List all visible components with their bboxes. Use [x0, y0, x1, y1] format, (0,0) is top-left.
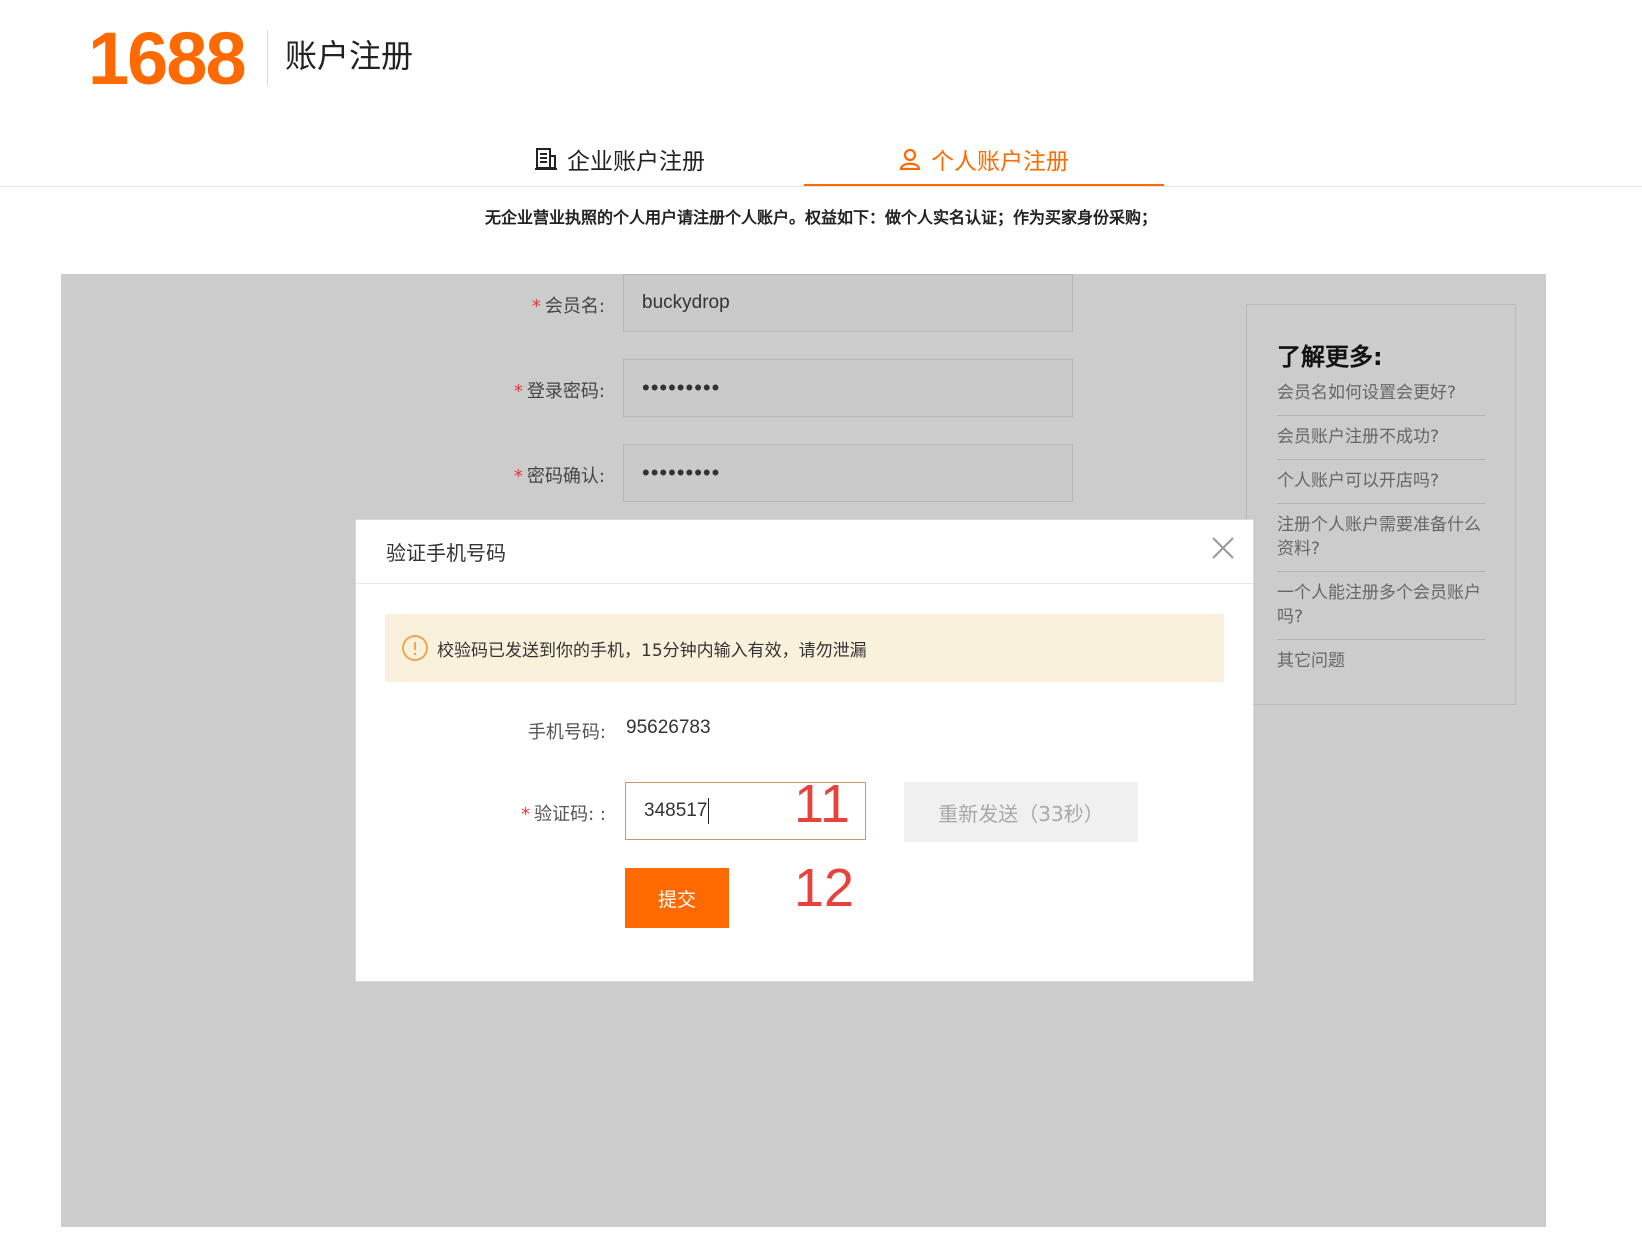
help-link[interactable]: 会员账户注册不成功? [1277, 416, 1485, 460]
help-link[interactable]: 个人账户可以开店吗? [1277, 460, 1485, 504]
building-icon [535, 148, 557, 170]
password-label: * 登录密码: [405, 377, 605, 403]
user-icon [899, 148, 921, 170]
tab-personal-registration[interactable]: 个人账户注册 [804, 133, 1164, 185]
member-name-input[interactable]: buckydrop [623, 274, 1073, 332]
text-caret [708, 798, 709, 824]
required-mark: * [521, 804, 531, 825]
modal-title: 验证手机号码 [356, 520, 1253, 584]
help-link[interactable]: 会员名如何设置会更好? [1277, 372, 1485, 416]
confirm-password-label-text: 密码确认: [526, 466, 605, 487]
code-label-text: 验证码: : [534, 804, 606, 825]
page-title: 账户注册 [285, 37, 414, 75]
registration-notice: 无企业营业执照的个人用户请注册个人账户。权益如下：做个人实名认证；作为买家身份采… [484, 208, 1157, 227]
tab-personal-label: 个人账户注册 [931, 149, 1069, 175]
help-link[interactable]: 其它问题 [1277, 640, 1485, 683]
resend-code-button[interactable]: 重新发送（33秒） [904, 782, 1138, 842]
alert-text: 校验码已发送到你的手机，15分钟内输入有效，请勿泄漏 [437, 640, 867, 661]
logo-divider [267, 30, 268, 86]
help-link[interactable]: 注册个人账户需要准备什么资料? [1277, 504, 1485, 572]
submit-button[interactable]: 提交 [625, 868, 729, 928]
confirm-password-input[interactable]: ••••••••• [623, 444, 1073, 502]
required-mark: * [513, 466, 523, 487]
phone-label: 手机号码: [527, 722, 606, 743]
tab-company-label: 企业账户注册 [567, 149, 705, 175]
password-label-text: 登录密码: [526, 381, 605, 402]
help-panel: 了解更多: 会员名如何设置会更好? 会员账户注册不成功? 个人账户可以开店吗? … [1246, 304, 1516, 705]
annotation-marker-12: 12 [794, 858, 855, 918]
confirm-password-label: * 密码确认: [405, 462, 605, 488]
help-link[interactable]: 一个人能注册多个会员账户吗? [1277, 572, 1485, 640]
sent-alert: 校验码已发送到你的手机，15分钟内输入有效，请勿泄漏 [385, 614, 1224, 682]
verify-phone-modal: 验证手机号码 校验码已发送到你的手机，15分钟内输入有效，请勿泄漏 手机号码: … [355, 519, 1254, 982]
code-label: * 验证码: : [476, 800, 606, 826]
info-icon [401, 634, 429, 662]
tab-company-registration[interactable]: 企业账户注册 [440, 133, 800, 185]
tab-divider [0, 186, 1642, 187]
password-input[interactable]: ••••••••• [623, 359, 1073, 417]
annotation-marker-11: 11 [794, 774, 851, 834]
help-title: 了解更多: [1277, 343, 1383, 371]
phone-value: 95626783 [626, 717, 711, 738]
logo-1688[interactable]: 1688 [88, 20, 247, 98]
member-name-label: * 会员名: [405, 292, 605, 318]
required-mark: * [531, 296, 541, 317]
required-mark: * [513, 381, 523, 402]
member-name-label-text: 会员名: [544, 296, 605, 317]
close-icon[interactable] [1209, 534, 1237, 562]
